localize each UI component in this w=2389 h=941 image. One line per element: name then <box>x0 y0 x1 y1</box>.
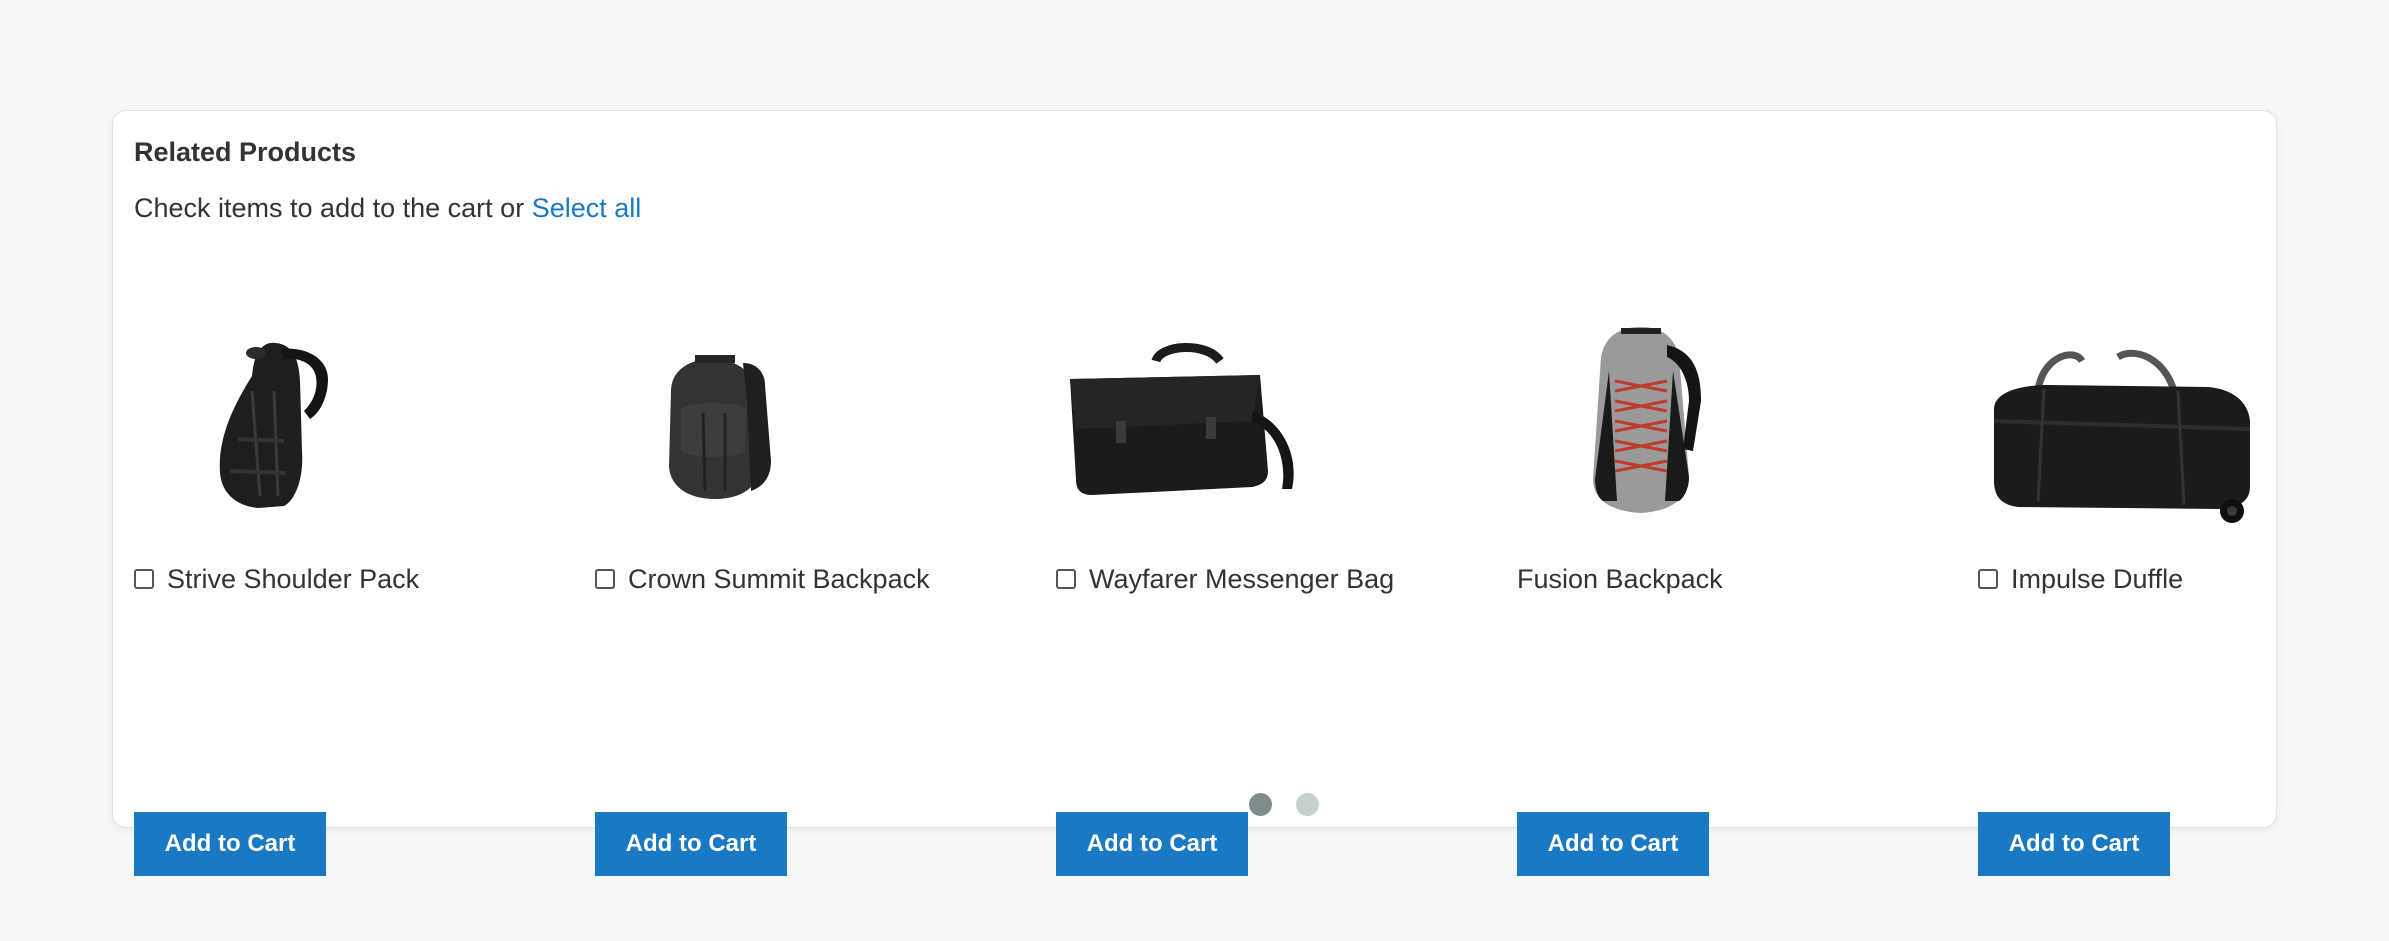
select-instructions: Check items to add to the cart or Select… <box>134 193 641 224</box>
product-image[interactable] <box>1978 301 2278 551</box>
product-image[interactable] <box>1517 301 1817 551</box>
product-checkbox[interactable] <box>1978 569 1998 589</box>
product-item: Crown Summit Backpack Add to Cart <box>595 301 1035 876</box>
product-image[interactable] <box>595 301 895 551</box>
product-name: Impulse Duffle <box>2011 563 2184 594</box>
product-checkbox[interactable] <box>134 569 154 589</box>
add-to-cart-button[interactable]: Add to Cart <box>595 812 787 876</box>
product-label: Crown Summit Backpack <box>595 563 930 595</box>
product-checkbox[interactable] <box>595 569 615 589</box>
product-image[interactable] <box>134 301 434 551</box>
product-label: Wayfarer Messenger Bag <box>1056 563 1394 595</box>
product-label: Fusion Backpack <box>1517 563 1723 595</box>
intro-text: Check items to add to the cart or <box>134 193 532 223</box>
product-item: Wayfarer Messenger Bag Add to Cart <box>1056 301 1496 876</box>
product-label: Strive Shoulder Pack <box>134 563 419 595</box>
related-products-panel: Related Products Check items to add to t… <box>112 110 2277 876</box>
select-all-link[interactable]: Select all <box>532 193 642 223</box>
product-item: Impulse Duffle Add to Cart <box>1978 301 2389 876</box>
product-name: Crown Summit Backpack <box>628 563 930 594</box>
product-image[interactable] <box>1056 301 1356 551</box>
add-to-cart-button[interactable]: Add to Cart <box>1056 812 1248 876</box>
product-label: Impulse Duffle <box>1978 563 2183 595</box>
product-name: Wayfarer Messenger Bag <box>1089 563 1395 594</box>
carousel-pagination <box>1249 793 1319 816</box>
product-list: Strive Shoulder Pack Add to Cart Crown S… <box>134 301 2269 876</box>
carousel-dot-2[interactable] <box>1296 793 1319 816</box>
product-item: Strive Shoulder Pack Add to Cart <box>134 301 574 876</box>
product-name: Fusion Backpack <box>1517 563 1723 594</box>
add-to-cart-button[interactable]: Add to Cart <box>134 812 326 876</box>
carousel-dot-1[interactable] <box>1249 793 1272 816</box>
add-to-cart-button[interactable]: Add to Cart <box>1978 812 2170 876</box>
add-to-cart-button[interactable]: Add to Cart <box>1517 812 1709 876</box>
section-title: Related Products <box>134 137 357 167</box>
product-item: Fusion Backpack Add to Cart <box>1517 301 1957 876</box>
product-name: Strive Shoulder Pack <box>167 563 420 594</box>
product-checkbox[interactable] <box>1056 569 1076 589</box>
